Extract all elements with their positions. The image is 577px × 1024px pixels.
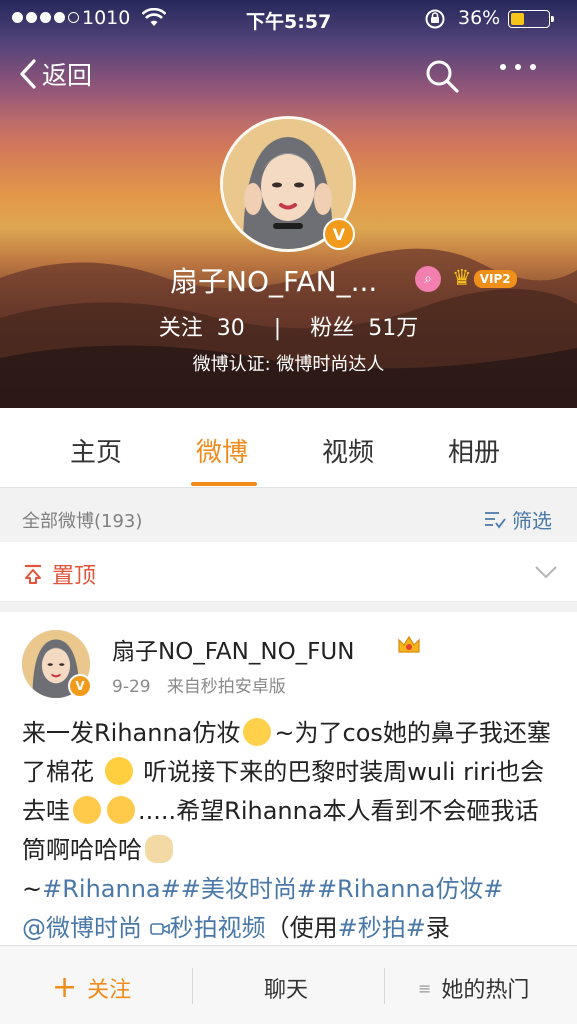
vip-crown-icon [398, 635, 420, 653]
vip-level: VIP2 [473, 269, 517, 288]
tab-weibo[interactable]: 微博 [196, 432, 248, 469]
doge-emoji-icon [145, 835, 173, 863]
pinned-label: 置顶 [22, 558, 96, 590]
post-meta: 9-29 来自秒拍安卓版 [112, 672, 286, 697]
profile-tabs: 主页 微博 视频 相册 [0, 408, 577, 488]
plus-icon: + [52, 970, 78, 1005]
vip-badge[interactable]: ♛ VIP2 [452, 266, 517, 291]
battery-percent: 36% [458, 7, 501, 29]
mention-link[interactable]: @微博时尚 [22, 914, 142, 942]
chevron-left-icon [20, 59, 36, 89]
post-text: 来一发Rihanna仿妆 ~为了cos她的鼻子我还塞了棉花 听说接下来的巴黎时装周… [22, 714, 562, 945]
fan-badge-icon[interactable]: ⌕ [415, 266, 441, 292]
tab-albums[interactable]: 相册 [448, 432, 500, 469]
stats-divider: | [273, 316, 282, 341]
chat-button[interactable]: 聊天 [264, 972, 308, 1004]
post-text-part: 录 [425, 914, 450, 942]
post-author[interactable]: 扇子NO_FAN_NO_FUN [112, 632, 354, 666]
rotation-lock-icon [425, 9, 445, 29]
hashtag-link[interactable]: #Rihanna# [42, 875, 181, 903]
post-count: 全部微博(193) [22, 511, 143, 532]
post-source: 来自秒拍安卓版 [166, 677, 286, 697]
tab-home[interactable]: 主页 [70, 432, 122, 469]
more-icon[interactable] [500, 64, 536, 70]
chevron-down-icon[interactable] [534, 564, 558, 580]
tab-videos[interactable]: 视频 [322, 432, 374, 469]
following-stat[interactable]: 关注 30 [159, 316, 245, 341]
battery-icon [508, 10, 554, 28]
hashtag-link[interactable]: #Rihanna仿妆# [317, 875, 504, 903]
post-text-part: 来一发Rihanna仿妆 [22, 719, 241, 747]
bottom-action-bar: + 关注 聊天 ≡ 她的热门 [0, 945, 577, 1024]
her-hot-button[interactable]: ≡ 她的热门 [418, 972, 529, 1004]
status-bar: 1010 下午5:57 36% [0, 0, 577, 38]
menu-lines-icon: ≡ [418, 978, 432, 998]
profile-stats: 关注 30 | 粉丝 51万 [0, 310, 577, 342]
pin-icon [25, 564, 41, 584]
video-link[interactable]: 秒拍视频 [149, 914, 266, 942]
verification-text: 微博认证: 微博时尚达人 [192, 354, 385, 375]
heart-emoji-icon [107, 796, 135, 824]
profile-name: 扇子NO_FAN_... [170, 265, 378, 298]
smile-emoji-icon [243, 718, 272, 746]
laughing-tears-emoji-icon [104, 757, 133, 785]
back-label: 返回 [42, 61, 93, 90]
back-button[interactable]: 返回 [18, 56, 92, 92]
post-text-part: ~ [22, 875, 43, 903]
filter-label: 筛选 [512, 509, 552, 533]
crown-icon: ♛ [452, 266, 472, 291]
post-verified-badge-icon: V [68, 674, 92, 698]
follow-button[interactable]: + 关注 [52, 972, 131, 1004]
post-card[interactable]: V 扇子NO_FAN_NO_FUN 9-29 来自秒拍安卓版 来一发Rihann… [0, 612, 577, 945]
status-time: 下午5:57 [246, 11, 332, 33]
active-tab-indicator [191, 482, 257, 486]
heart-emoji-icon [73, 796, 101, 824]
carrier-name: 1010 [82, 7, 131, 29]
filter-icon [485, 511, 506, 528]
hashtag-link[interactable]: #美妆时尚# [181, 875, 317, 903]
video-icon [149, 923, 170, 935]
search-icon[interactable] [424, 58, 460, 94]
post-date: 9-29 [112, 677, 151, 697]
filter-row: 全部微博(193) 筛选 [0, 492, 577, 542]
follow-label: 关注 [87, 978, 132, 1003]
profile-header: 1010 下午5:57 36% 返回 V 扇子NO_FAN_... ⌕ ♛ VI… [0, 0, 577, 408]
divider [192, 968, 193, 1004]
wifi-icon [142, 8, 166, 26]
followers-stat[interactable]: 粉丝 51万 [310, 316, 418, 341]
divider [384, 968, 385, 1004]
verified-badge-icon: V [323, 218, 355, 250]
hashtag-link[interactable]: #秒拍# [338, 914, 426, 942]
her-hot-label: 她的热门 [441, 978, 530, 1003]
chat-label: 聊天 [264, 978, 309, 1003]
pinned-section[interactable]: 置顶 [0, 542, 577, 602]
filter-button[interactable]: 筛选 [484, 505, 552, 534]
post-text-part: （使用 [265, 914, 338, 942]
signal-icon [12, 12, 79, 23]
